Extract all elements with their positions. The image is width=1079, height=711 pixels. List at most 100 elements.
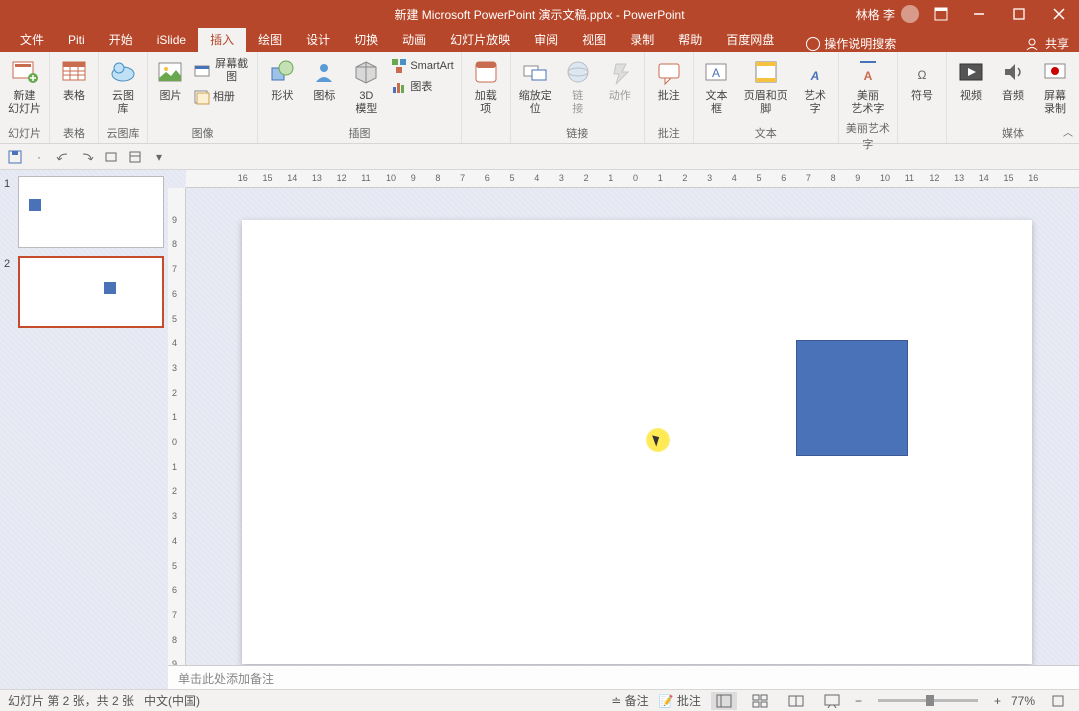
thumbnail-1[interactable]: 1 [4,176,164,248]
group-comment: 批注 批注 [645,52,694,143]
tab-islide[interactable]: iSlide [145,28,198,52]
thumbnail-2[interactable]: 2 [4,256,164,328]
share-icon [1025,37,1039,51]
tab-view[interactable]: 视图 [570,28,618,52]
symbol-button[interactable]: Ω 符号 [902,54,942,105]
textbox-button[interactable]: A 文本框 [698,54,735,118]
language-indicator[interactable]: 中文(中国) [144,692,200,709]
cloud-image-icon [107,56,139,88]
tab-design[interactable]: 设计 [294,28,342,52]
3dmodel-button[interactable]: 3D 模型 [346,54,386,118]
chart-button[interactable]: 图表 [388,77,456,97]
audio-icon [997,56,1029,88]
tab-baidu[interactable]: 百度网盘 [714,28,786,52]
tab-slideshow[interactable]: 幻灯片放映 [438,28,522,52]
table-button[interactable]: 表格 [54,54,94,105]
redo-button[interactable] [78,148,96,166]
svg-text:Ω: Ω [918,68,927,82]
save-button[interactable] [6,148,24,166]
link-button[interactable]: 链 接 [558,54,598,118]
comments-toggle[interactable]: 📝 批注 [659,692,701,709]
thumbnail-slide[interactable] [18,176,164,248]
zoom-percent[interactable]: 77% [1011,694,1035,708]
qat-btn[interactable] [102,148,120,166]
art-button[interactable]: A 美丽 艺术字 [847,54,888,118]
comment-icon [653,56,685,88]
smartart-button[interactable]: SmartArt [388,56,456,76]
group-link: 缩放定 位 链 接 动作 链接 [511,52,645,143]
tab-record[interactable]: 录制 [618,28,666,52]
zoom-button[interactable]: 缩放定 位 [515,54,556,118]
zoom-icon [519,56,551,88]
yuntu-button[interactable]: 云图库 [103,54,143,118]
tab-file[interactable]: 文件 [8,28,56,52]
notes-toggle[interactable]: ≐ 备注 [611,692,648,709]
undo-button[interactable] [54,148,72,166]
new-slide-icon [9,56,41,88]
svg-text:A: A [810,69,820,83]
thumbnail-slide-selected[interactable] [18,256,164,328]
status-bar: 幻灯片 第 2 张，共 2 张 中文(中国) ≐ 备注 📝 批注 − + 77% [0,689,1079,711]
reading-view-button[interactable] [783,692,809,710]
fit-window-button[interactable] [1045,692,1071,710]
addin-button[interactable]: 加载 项 [466,54,506,118]
rectangle-shape[interactable] [796,340,908,456]
tab-draw[interactable]: 绘图 [246,28,294,52]
qat-sep: · [30,148,48,166]
slide-canvas[interactable] [242,220,1032,664]
action-button[interactable]: 动作 [600,54,640,105]
video-icon [955,56,987,88]
new-slide-button[interactable]: 新建 幻灯片 [4,54,45,118]
tab-piti[interactable]: Piti [56,28,97,52]
icons-button[interactable]: 图标 [304,54,344,105]
qat-more[interactable]: ▾ [150,148,168,166]
wordart-icon: A [799,56,831,88]
tab-help[interactable]: 帮助 [666,28,714,52]
album-icon [194,89,210,105]
screenshot-button[interactable]: 屏幕截图 [191,56,253,86]
sorter-view-button[interactable] [747,692,773,710]
group-media: 视频 音频 屏幕 录制 媒体 [947,52,1079,143]
zoom-in-button[interactable]: + [994,694,1001,708]
close-button[interactable] [1039,0,1079,28]
zoom-slider[interactable] [878,699,978,702]
svg-text:A: A [864,69,873,83]
shapes-icon [266,56,298,88]
qat-btn2[interactable] [126,148,144,166]
zoom-thumb[interactable] [926,695,934,706]
tab-transition[interactable]: 切换 [342,28,390,52]
user-area[interactable]: 林格 李 [856,5,919,23]
svg-text:A: A [712,66,720,80]
tab-review[interactable]: 审阅 [522,28,570,52]
art-icon: A [852,56,884,88]
album-button[interactable]: 相册 [191,87,253,107]
minimize-button[interactable] [959,0,999,28]
wordart-button[interactable]: A 艺术字 [796,54,833,118]
shapes-button[interactable]: 形状 [262,54,302,105]
slideshow-view-button[interactable] [819,692,845,710]
maximize-button[interactable] [999,0,1039,28]
share-button[interactable]: 共享 [1045,35,1069,52]
zoom-out-button[interactable]: − [855,694,862,708]
video-button[interactable]: 视频 [951,54,991,105]
tab-home[interactable]: 开始 [97,28,145,52]
normal-view-button[interactable] [711,692,737,710]
slide-canvas-wrap[interactable] [186,188,1079,665]
link-icon [562,56,594,88]
audio-button[interactable]: 音频 [993,54,1033,105]
ribbon-options-button[interactable] [923,0,959,28]
group-addin: 加载 项 [462,52,511,143]
slide-counter: 幻灯片 第 2 张，共 2 张 [8,692,134,709]
tell-me-search[interactable]: 操作说明搜索 [806,35,896,52]
tab-animation[interactable]: 动画 [390,28,438,52]
comment-button[interactable]: 批注 [649,54,689,105]
group-text: A 文本框 页眉和页脚 A 艺术字 文本 [694,52,839,143]
picture-button[interactable]: 图片 [152,54,189,105]
tab-insert[interactable]: 插入 [198,28,246,52]
header-footer-button[interactable]: 页眉和页脚 [737,54,794,118]
collapse-ribbon-button[interactable]: ︿ [1063,124,1073,139]
notes-pane[interactable]: 单击此处添加备注 [168,665,1079,689]
screen-record-button[interactable]: 屏幕 录制 [1035,54,1075,118]
screenshot-icon [194,63,210,79]
addin-icon [470,56,502,88]
